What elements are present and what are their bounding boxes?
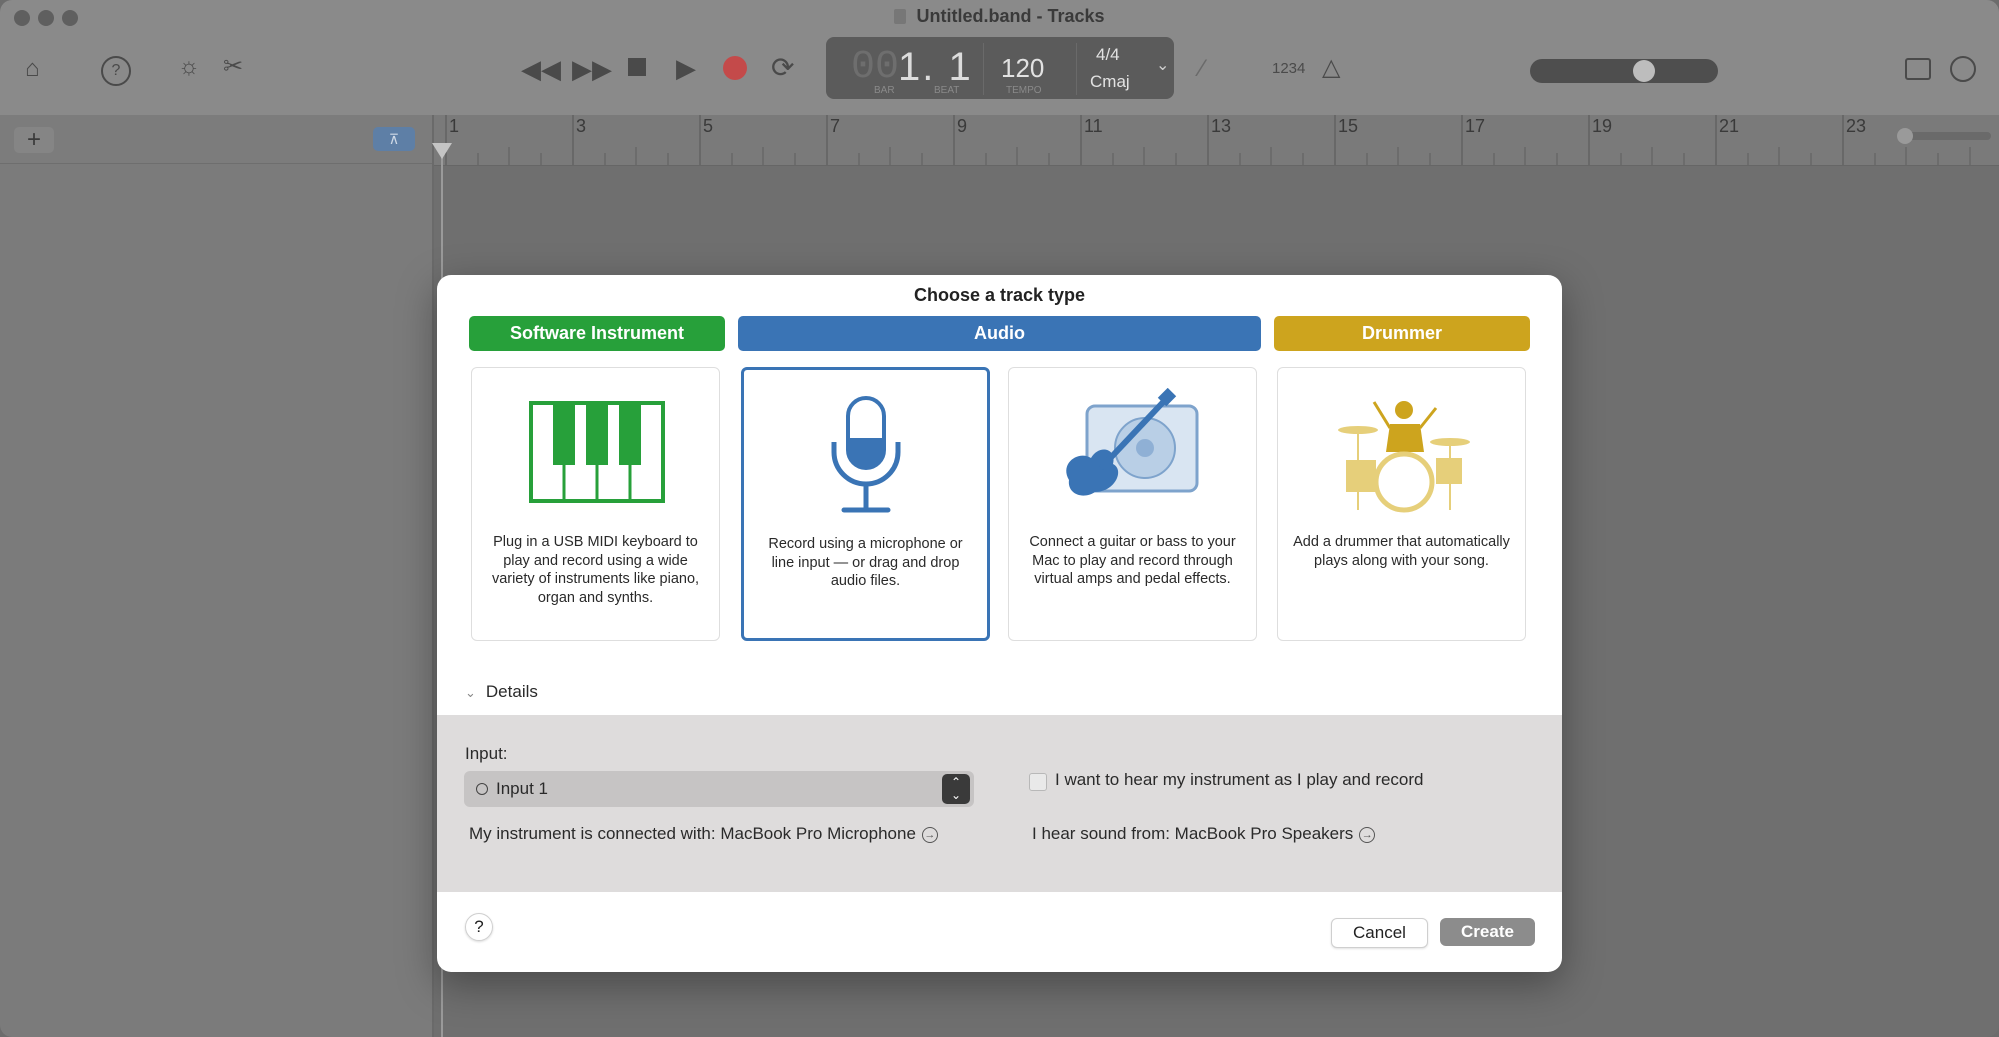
audio-guitar-card[interactable]: Connect a guitar or bass to your Mac to … [1008, 367, 1257, 641]
lcd-position-faint: 00 [851, 45, 900, 90]
new-track-dialog: Choose a track type Software Instrument … [437, 275, 1562, 972]
ruler-bar-label: 13 [1211, 116, 1232, 136]
input-label: Input: [465, 744, 508, 763]
count-in-icon[interactable]: 1234 [1272, 61, 1305, 76]
chevron-down-icon: ⌄ [465, 685, 476, 700]
editors-icon[interactable]: ✂ [223, 55, 243, 79]
card-description: Add a drummer that automatically plays a… [1293, 534, 1510, 569]
drummer-card[interactable]: Add a drummer that automatically plays a… [1277, 367, 1526, 641]
drummer-tab[interactable]: Drummer [1274, 316, 1530, 351]
zoom-slider[interactable] [1897, 128, 1991, 144]
ruler-bar-label: 21 [1719, 116, 1740, 136]
lcd-beat-label: BEAT [934, 85, 960, 96]
loop-browser-icon[interactable] [1950, 56, 1976, 82]
playhead-handle[interactable] [432, 143, 452, 159]
card-description: Plug in a USB MIDI keyboard to play and … [491, 534, 700, 606]
master-volume-slider[interactable] [1530, 59, 1718, 83]
details-label: Details [485, 682, 538, 701]
ruler-bar-label: 9 [957, 116, 968, 136]
record-icon[interactable] [723, 56, 747, 80]
track-header-area: + ⊼ [0, 115, 434, 1037]
add-track-button[interactable]: + [14, 127, 54, 153]
arrow-right-circle-icon[interactable]: → [1359, 827, 1376, 843]
cancel-button[interactable]: Cancel [1331, 918, 1428, 948]
help-icon[interactable]: ? [101, 56, 131, 86]
updown-chevron-icon[interactable]: ⌃ ⌄ [942, 774, 970, 804]
lcd-time-signature[interactable]: 4/4 [1096, 45, 1120, 65]
guitar-amp-icon [1009, 387, 1256, 518]
audio-microphone-card[interactable]: Record using a microphone or line input … [741, 367, 990, 641]
chevron-down-icon[interactable]: ⌄ [1156, 55, 1169, 75]
timeline-ruler[interactable]: 1 3 5 7 9 11 13 15 17 19 21 23 [434, 115, 1999, 166]
input-select-value: Input 1 [496, 779, 548, 798]
volume-knob[interactable] [1632, 60, 1655, 82]
ruler-bar-label: 7 [830, 116, 841, 136]
ruler-bar-label: 17 [1465, 116, 1486, 136]
keyboard-icon [472, 388, 719, 518]
play-icon[interactable]: ▶ [676, 55, 696, 81]
arrow-right-circle-icon[interactable]: → [921, 827, 938, 843]
toolbar: Untitled.band - Tracks ⌂ ? ☼ ✂ ◀◀ ▶▶ ▶ ⟳… [0, 0, 1999, 116]
fast-forward-icon[interactable]: ▶▶ [572, 56, 612, 82]
cycle-icon[interactable]: ⟳ [771, 54, 794, 82]
input-circle-icon [476, 783, 488, 795]
ruler-bar-label: 23 [1846, 116, 1867, 136]
monitor-label[interactable]: I want to hear my instrument as I play a… [1055, 770, 1424, 790]
card-description: Record using a microphone or line input … [768, 536, 963, 589]
ruler-bar-label: 1 [449, 116, 460, 136]
drummer-icon [1278, 388, 1525, 518]
metronome-icon[interactable]: △ [1322, 56, 1340, 80]
lcd-tempo-label: TEMPO [1006, 85, 1042, 96]
details-panel: Input: Input 1 ⌃ ⌄ I want to hear my inst… [437, 715, 1562, 892]
input-device-text: My instrument is connected with: MacBook… [469, 824, 916, 843]
ruler-bar-label: 3 [576, 116, 587, 136]
audio-tab[interactable]: Audio [738, 316, 1261, 351]
zoom-slider-knob[interactable] [1897, 128, 1913, 144]
lcd-separator [1076, 43, 1077, 95]
ruler-bar-label: 19 [1592, 116, 1613, 136]
software-instrument-card[interactable]: Plug in a USB MIDI keyboard to play and … [471, 367, 720, 641]
garageband-window: Untitled.band - Tracks ⌂ ? ☼ ✂ ◀◀ ▶▶ ▶ ⟳… [0, 0, 1999, 1037]
lcd-separator [983, 43, 984, 95]
rewind-icon[interactable]: ◀◀ [521, 56, 561, 82]
lcd-position: 1. 1 [898, 45, 973, 89]
input-select[interactable]: Input 1 ⌃ ⌄ [464, 771, 974, 807]
tuner-icon[interactable]: ⁄ [1200, 57, 1204, 81]
dialog-title: Choose a track type [913, 285, 1086, 305]
lcd-display[interactable]: 00 1. 1 BAR BEAT 120 TEMPO 4/4 Cmaj ⌄ [826, 37, 1174, 99]
ruler-bar-label: 5 [703, 116, 714, 136]
ruler-bar-label: 15 [1338, 116, 1359, 136]
ruler-bar-label: 11 [1084, 116, 1103, 136]
notepad-icon[interactable] [1905, 58, 1931, 80]
smart-controls-icon[interactable]: ☼ [178, 55, 200, 79]
lcd-tempo[interactable]: 120 [1001, 53, 1044, 84]
create-button[interactable]: Create [1440, 918, 1535, 946]
output-device-link[interactable]: I hear sound from: MacBook Pro Speakers → [1032, 824, 1376, 844]
help-button[interactable]: ? [465, 913, 493, 941]
lcd-key[interactable]: Cmaj [1090, 72, 1130, 92]
microphone-icon [744, 390, 987, 520]
library-icon[interactable]: ⌂ [25, 57, 40, 81]
input-device-link[interactable]: My instrument is connected with: MacBook… [469, 824, 938, 844]
stop-icon[interactable] [628, 58, 646, 76]
track-header-bar: + ⊼ [0, 115, 432, 164]
window-title: Untitled.band - Tracks [0, 6, 1999, 27]
card-description: Connect a guitar or bass to your Mac to … [1029, 534, 1236, 587]
output-device-text: I hear sound from: MacBook Pro Speakers [1032, 824, 1354, 843]
software-instrument-tab[interactable]: Software Instrument [469, 316, 725, 351]
catch-playhead-button[interactable]: ⊼ [373, 127, 415, 151]
document-icon [894, 9, 907, 24]
details-disclosure[interactable]: ⌄ Details [465, 682, 538, 702]
monitor-checkbox[interactable] [1029, 773, 1047, 791]
lcd-bar-label: BAR [874, 85, 895, 96]
